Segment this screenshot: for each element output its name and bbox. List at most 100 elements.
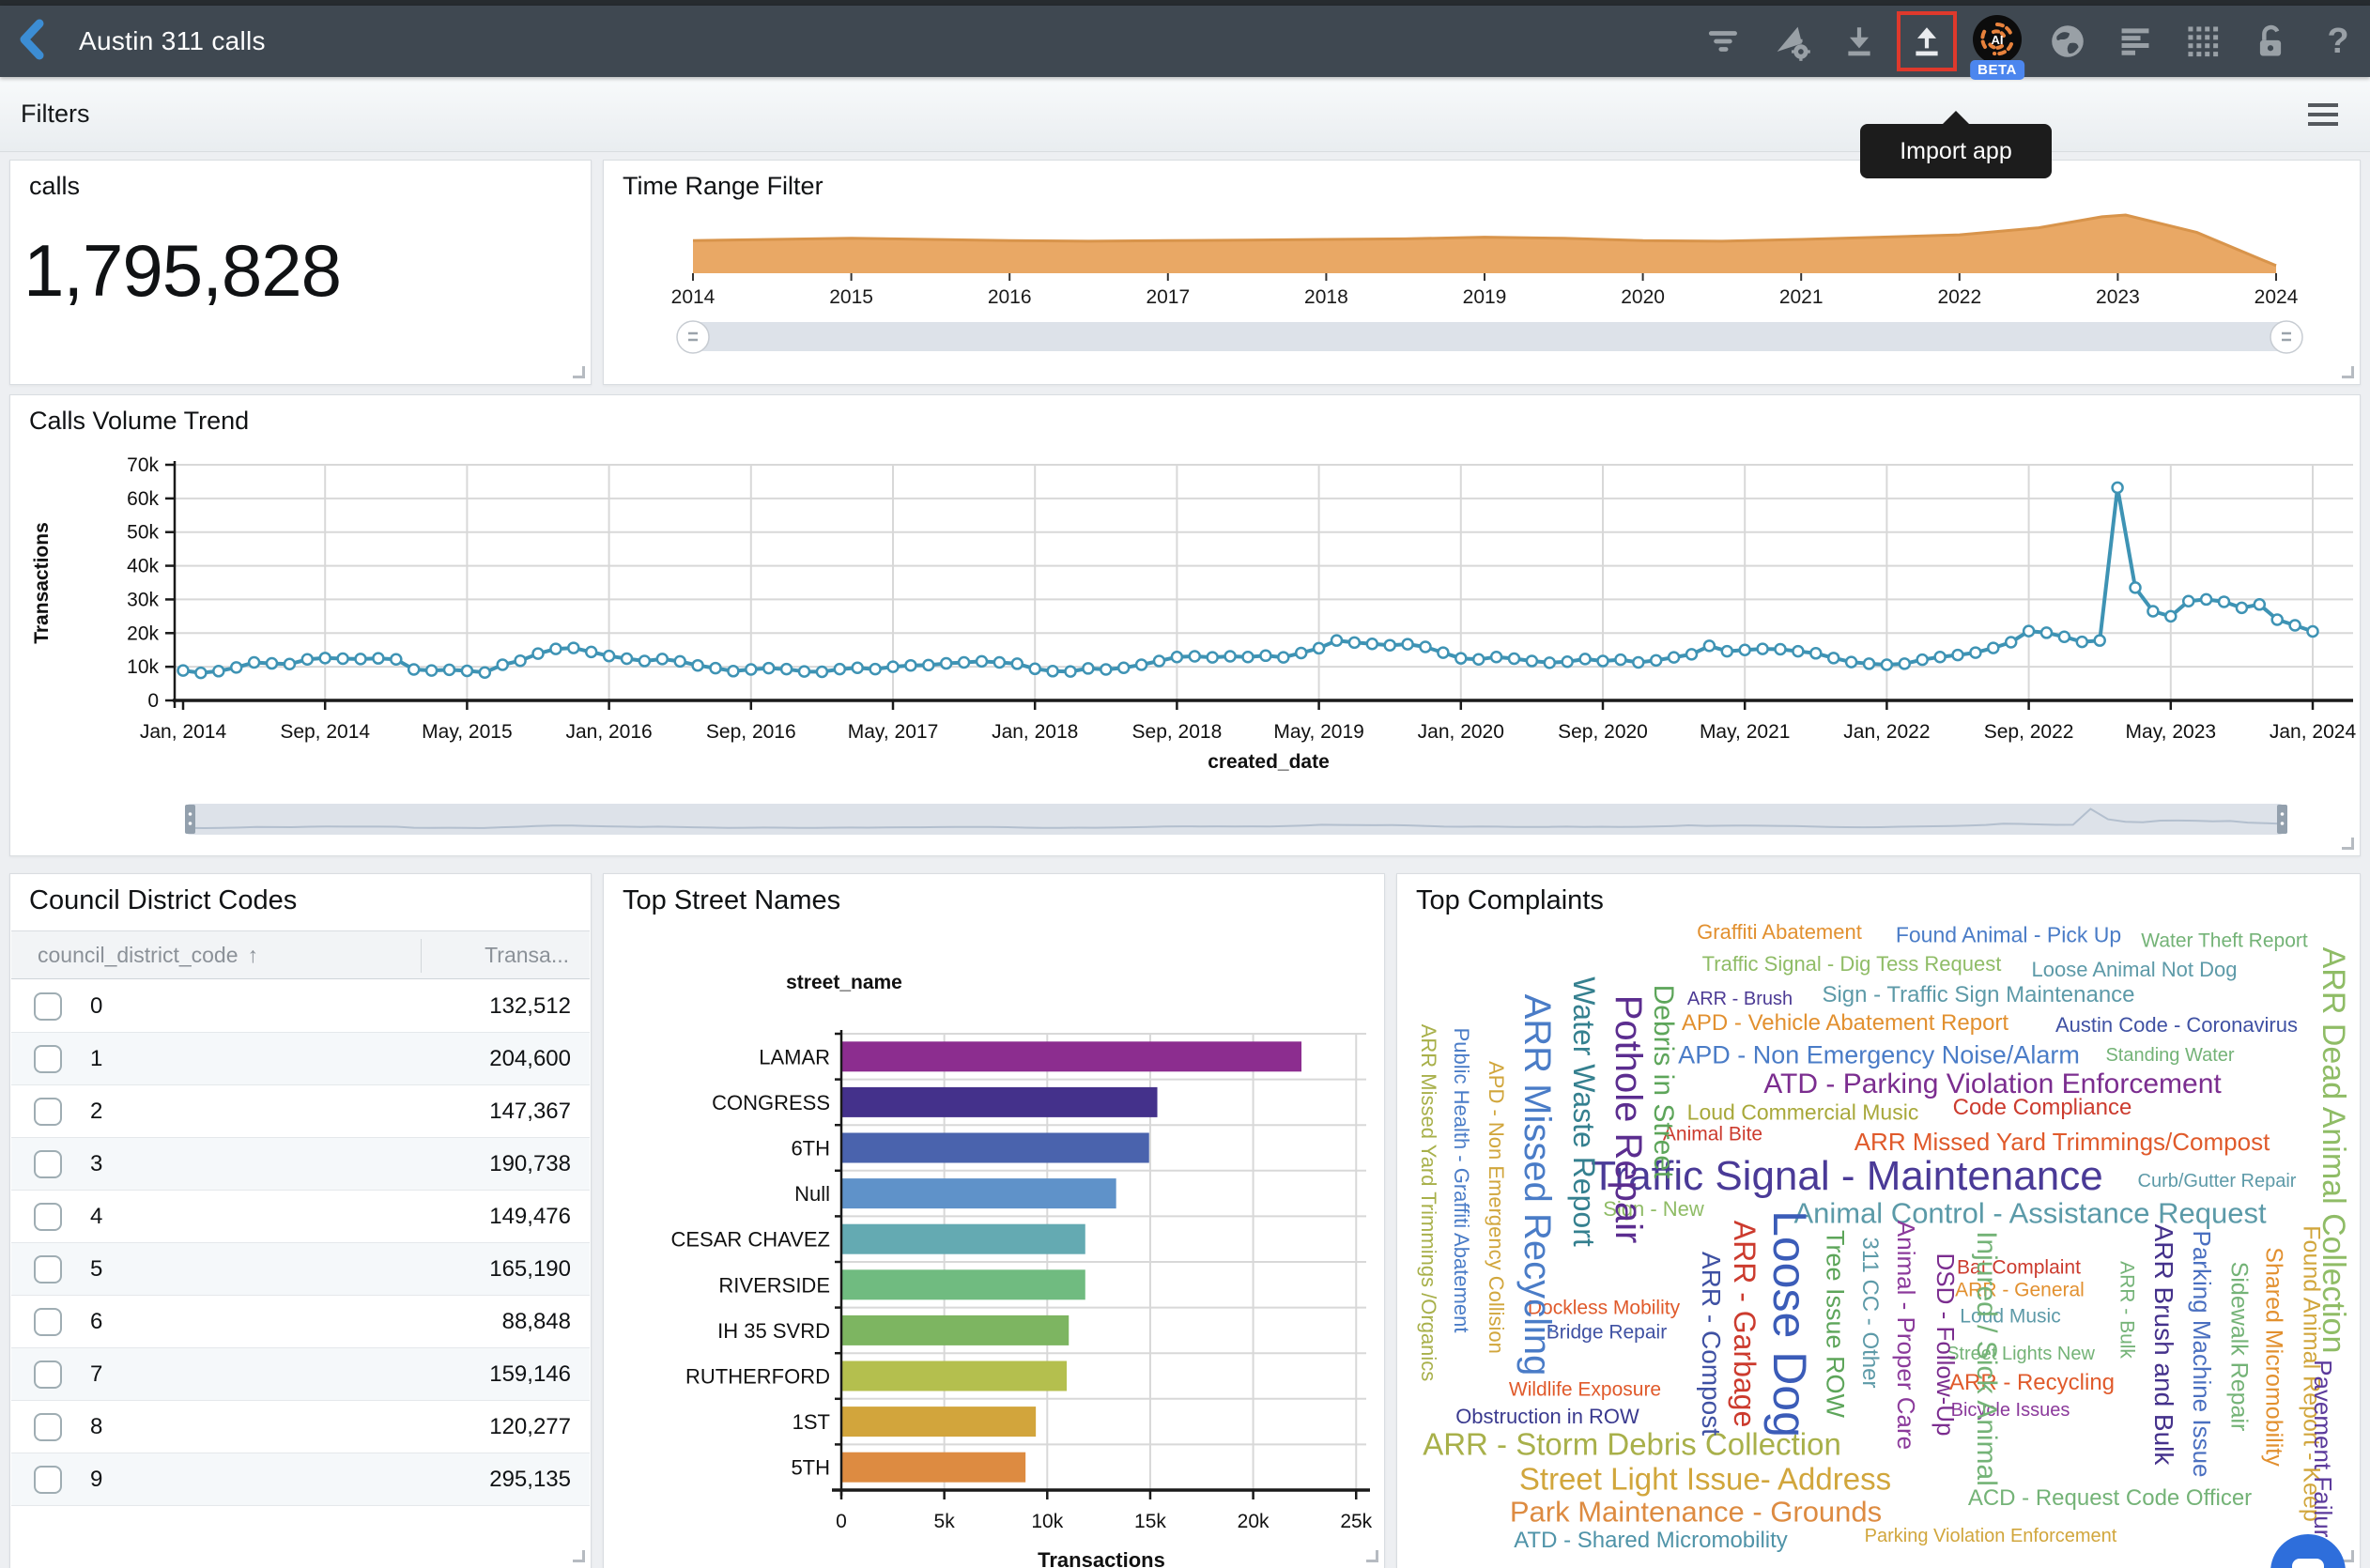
ai-assistant-button[interactable]: AI BETA xyxy=(1972,19,2023,64)
trend-point[interactable] xyxy=(444,665,454,675)
complaint-word[interactable]: ARR - Brush xyxy=(1687,990,1793,1008)
row-checkbox[interactable] xyxy=(34,1045,62,1073)
column-header-district[interactable]: council_district_code↑ xyxy=(38,943,258,968)
trend-point[interactable] xyxy=(1349,638,1360,648)
trend-point[interactable] xyxy=(1953,650,1963,660)
complaint-word[interactable]: Sign - Traffic Sign Maintenance xyxy=(1822,984,2134,1007)
table-row[interactable]: 1204,600 xyxy=(11,1033,590,1085)
complaint-word[interactable]: Parking Machine Issue xyxy=(2190,1230,2214,1477)
trend-point[interactable] xyxy=(249,657,259,668)
trend-point[interactable] xyxy=(1314,643,1324,653)
complaint-word[interactable]: Graffiti Abatement xyxy=(1697,922,1862,943)
trend-point[interactable] xyxy=(1438,648,1448,658)
trend-point[interactable] xyxy=(2006,637,2016,647)
filter-icon[interactable] xyxy=(1701,19,1747,64)
resize-handle[interactable] xyxy=(573,366,585,378)
trend-point[interactable] xyxy=(2095,636,2105,646)
trend-point[interactable] xyxy=(622,653,632,664)
analytics-settings-icon[interactable] xyxy=(1769,19,1814,64)
trend-point[interactable] xyxy=(1580,653,1591,664)
slider-handle-left[interactable] xyxy=(185,805,195,834)
bar-cesar-chavez[interactable] xyxy=(842,1224,1085,1254)
trend-point[interactable] xyxy=(498,659,508,669)
trend-point[interactable] xyxy=(516,655,526,666)
complaint-word[interactable]: Injured / Sick Animal xyxy=(1972,1231,2000,1486)
complaint-word[interactable]: Street Lights New xyxy=(1947,1345,2095,1363)
time-range-area-chart[interactable]: 2014201520162017201820192020202120222023… xyxy=(604,161,2360,384)
complaint-word[interactable]: Loose Dog xyxy=(1766,1210,1813,1437)
trend-point[interactable] xyxy=(338,653,348,664)
complaint-word[interactable]: Wildlife Exposure xyxy=(1509,1380,1661,1400)
row-checkbox[interactable] xyxy=(34,1308,62,1336)
trend-point[interactable] xyxy=(408,665,419,675)
table-row[interactable]: 3190,738 xyxy=(11,1138,590,1191)
complaint-word[interactable]: Standing Water xyxy=(2105,1046,2234,1065)
table-row[interactable]: 7159,146 xyxy=(11,1348,590,1401)
complaint-word[interactable]: APD - Non Emergency Noise/Alarm xyxy=(1678,1043,2080,1068)
trend-point[interactable] xyxy=(693,660,703,670)
trend-point[interactable] xyxy=(994,657,1005,668)
row-checkbox[interactable] xyxy=(34,1098,62,1126)
trend-point[interactable] xyxy=(1988,643,1998,653)
row-checkbox[interactable] xyxy=(34,1255,62,1284)
bar-riverside[interactable] xyxy=(842,1269,1085,1299)
complaint-word[interactable]: Park Maintenance - Grounds xyxy=(1510,1498,1882,1527)
complaint-word[interactable]: Water Waste Report xyxy=(1569,976,1599,1246)
trend-point[interactable] xyxy=(2183,596,2193,607)
complaint-word[interactable]: ATD - Shared Micromobility xyxy=(1514,1530,1788,1552)
trend-point[interactable] xyxy=(1172,652,1182,662)
trend-point[interactable] xyxy=(2255,599,2265,609)
row-checkbox[interactable] xyxy=(34,1360,62,1389)
trend-point[interactable] xyxy=(356,653,366,664)
row-checkbox[interactable] xyxy=(34,992,62,1021)
trend-point[interactable] xyxy=(1403,639,1413,650)
hamburger-menu-icon[interactable] xyxy=(2308,103,2338,131)
trend-point[interactable] xyxy=(1225,652,1236,662)
trend-point[interactable] xyxy=(639,656,650,667)
trend-point[interactable] xyxy=(2308,626,2318,637)
trend-point[interactable] xyxy=(2041,627,2052,638)
complaint-word[interactable]: Tree Issue ROW xyxy=(1823,1230,1848,1418)
trend-point[interactable] xyxy=(231,662,241,672)
complaint-word[interactable]: Bridge Repair xyxy=(1547,1323,1667,1343)
trend-point[interactable] xyxy=(1527,656,1537,667)
trend-point[interactable] xyxy=(1970,648,1980,658)
trend-point[interactable] xyxy=(2237,603,2247,613)
trend-point[interactable] xyxy=(1455,653,1466,664)
resize-handle[interactable] xyxy=(573,1550,585,1562)
trend-point[interactable] xyxy=(1048,666,1058,676)
trend-point[interactable] xyxy=(1935,652,1946,662)
trend-point[interactable] xyxy=(1722,646,1732,656)
trend-point[interactable] xyxy=(1243,652,1254,662)
trend-point[interactable] xyxy=(1810,648,1821,658)
help-icon[interactable]: ? xyxy=(2316,19,2361,64)
back-button[interactable] xyxy=(0,13,66,69)
trend-point[interactable] xyxy=(1598,656,1608,667)
bar-congress[interactable] xyxy=(842,1087,1158,1117)
download-icon[interactable] xyxy=(1837,19,1882,64)
trend-point[interactable] xyxy=(604,651,614,661)
row-checkbox[interactable] xyxy=(34,1203,62,1231)
trend-point[interactable] xyxy=(1562,656,1573,667)
bar-rutherford[interactable] xyxy=(842,1361,1067,1391)
trend-point[interactable] xyxy=(1473,654,1484,665)
trend-point[interactable] xyxy=(2059,632,2070,642)
trend-point[interactable] xyxy=(1651,655,1661,666)
trend-point[interactable] xyxy=(1758,644,1768,654)
trend-point[interactable] xyxy=(426,666,437,676)
complaint-word[interactable]: ARR - Compost xyxy=(1698,1252,1724,1436)
resize-handle[interactable] xyxy=(1366,1550,1378,1562)
complaint-word[interactable]: Shared Micromobility xyxy=(2262,1247,2285,1466)
complaint-word[interactable]: Obstruction in ROW xyxy=(1455,1407,1639,1427)
bar-5th[interactable] xyxy=(842,1453,1025,1483)
trend-point[interactable] xyxy=(1704,640,1715,651)
trend-point[interactable] xyxy=(888,662,899,672)
row-checkbox[interactable] xyxy=(34,1150,62,1178)
trend-point[interactable] xyxy=(2147,606,2158,616)
table-row[interactable]: 9295,135 xyxy=(11,1453,590,1506)
complaint-word[interactable]: Code Compliance xyxy=(1953,1097,2132,1119)
complaint-word[interactable]: DSD - Follow-Up xyxy=(1933,1253,1958,1436)
complaint-word[interactable]: Street Light Issue- Address xyxy=(1519,1464,1891,1495)
complaint-word[interactable]: ARR Missed Yard Trimmings/Compost xyxy=(1854,1130,2270,1154)
complaint-word[interactable]: ARR Brush and Bulk xyxy=(2150,1224,2177,1466)
